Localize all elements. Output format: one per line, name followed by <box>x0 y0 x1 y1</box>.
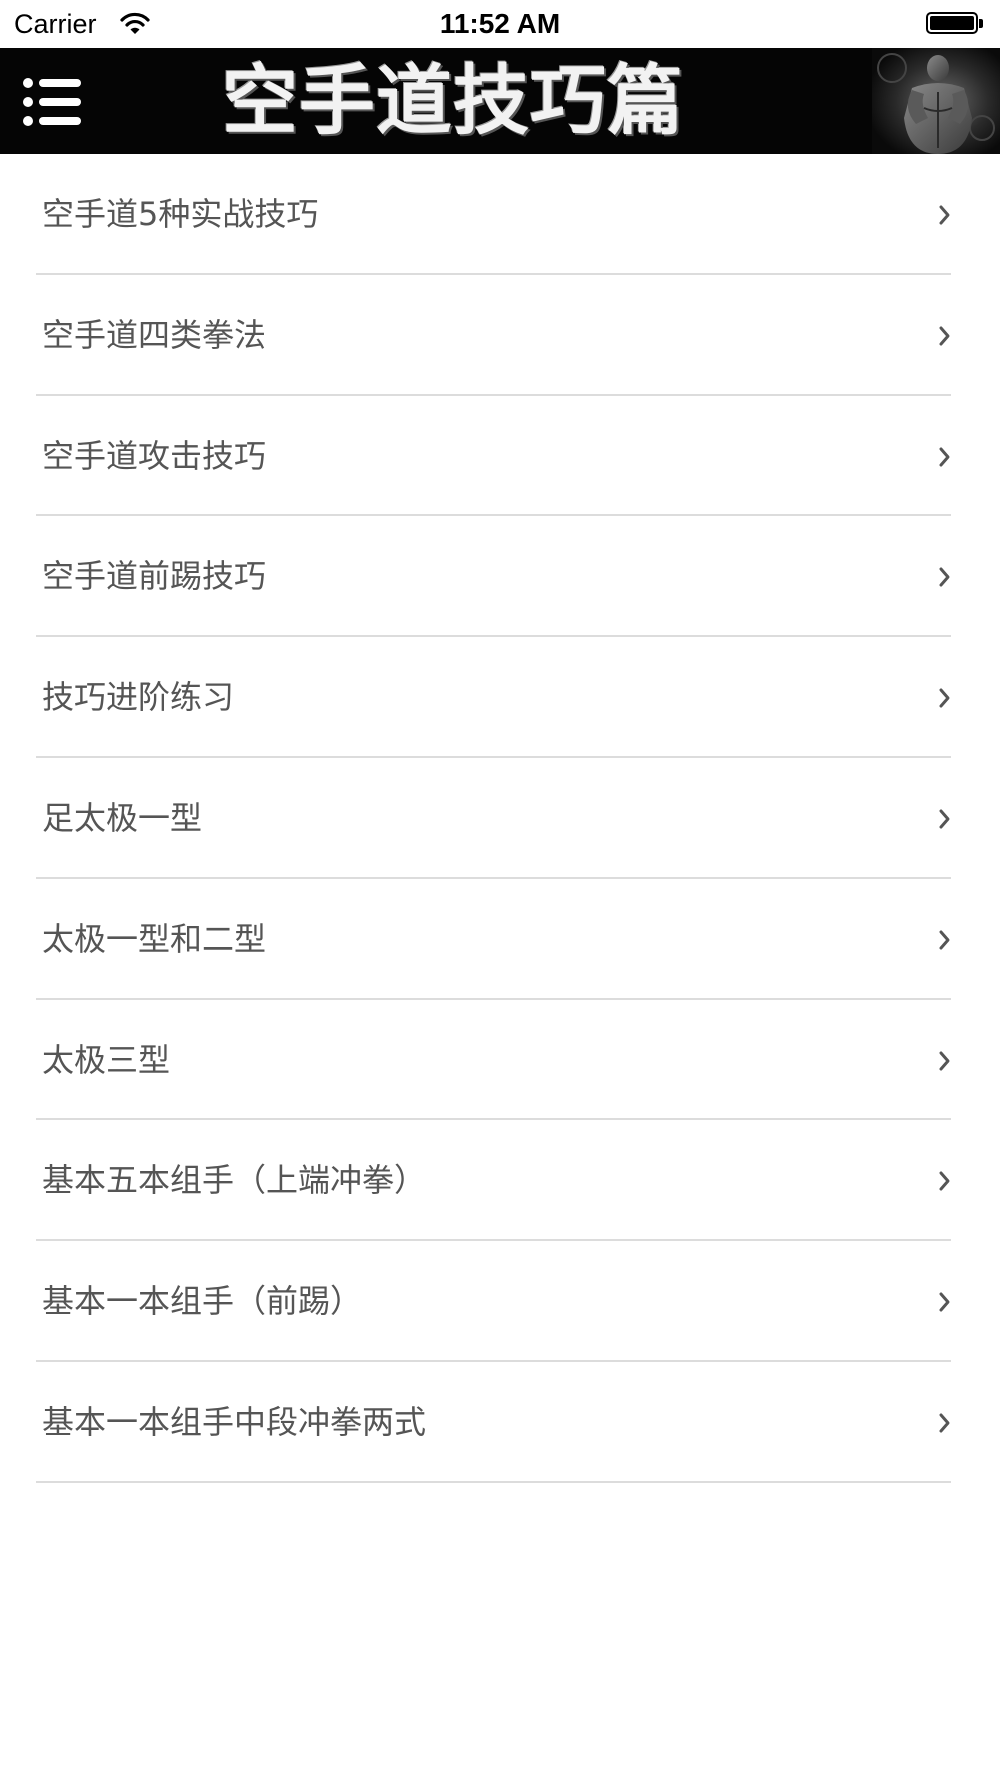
chevron-right-icon <box>939 447 950 467</box>
list-item[interactable]: 空手道5种实战技巧 <box>0 154 1000 275</box>
status-bar: Carrier 11:52 AM <box>0 0 1000 48</box>
chevron-right-icon <box>939 1171 950 1191</box>
clock: 11:52 AM <box>439 8 561 39</box>
list-item[interactable]: 基本一本组手中段冲拳两式 <box>0 1362 1000 1483</box>
chevron-right-icon <box>939 1413 950 1433</box>
list-item[interactable]: 基本一本组手（前踢） <box>0 1241 1000 1362</box>
list-item-label: 空手道四类拳法 <box>42 315 267 354</box>
battery-fill <box>930 16 974 30</box>
topic-list: 空手道5种实战技巧 空手道四类拳法 空手道攻击技巧 空手道前踢技巧 技巧进阶练习… <box>0 154 1000 1483</box>
list-item[interactable]: 足太极一型 <box>0 758 1000 879</box>
list-item-label: 技巧进阶练习 <box>42 678 235 717</box>
chevron-right-icon <box>939 326 950 346</box>
header-banner: 空手道技巧篇 <box>0 48 1000 154</box>
list-item[interactable]: 太极一型和二型 <box>0 879 1000 1000</box>
list-item-label: 足太极一型 <box>42 798 203 837</box>
list-item-label: 基本一本组手中段冲拳两式 <box>42 1402 427 1441</box>
list-item-label: 基本一本组手（前踢） <box>42 1282 363 1321</box>
list-item[interactable]: 基本五本组手（上端冲拳） <box>0 1120 1000 1242</box>
list-item-label: 太极三型 <box>42 1040 171 1079</box>
chevron-right-icon <box>939 1051 950 1071</box>
list-item-label: 基本五本组手（上端冲拳） <box>42 1161 427 1200</box>
list-item-label: 太极一型和二型 <box>42 919 267 958</box>
chevron-right-icon <box>939 930 950 950</box>
chevron-right-icon <box>939 205 950 225</box>
muscular-man-photo <box>872 48 1000 154</box>
hamburger-list-icon[interactable] <box>22 76 84 128</box>
list-item-label: 空手道前踢技巧 <box>42 557 267 596</box>
page-title: 空手道技巧篇 <box>222 56 684 145</box>
list-item[interactable]: 空手道前踢技巧 <box>0 516 1000 638</box>
chevron-right-icon <box>939 1292 950 1312</box>
list-item[interactable]: 空手道攻击技巧 <box>0 396 1000 517</box>
divider <box>36 1480 951 1483</box>
list-item[interactable]: 空手道四类拳法 <box>0 275 1000 396</box>
chevron-right-icon <box>939 567 950 587</box>
list-item[interactable]: 技巧进阶练习 <box>0 637 1000 758</box>
list-item-label: 空手道5种实战技巧 <box>42 195 319 233</box>
chevron-right-icon <box>939 809 950 829</box>
list-item-label: 空手道攻击技巧 <box>42 436 267 475</box>
list-item[interactable]: 太极三型 <box>0 1000 1000 1121</box>
chevron-right-icon <box>939 688 950 708</box>
battery-icon <box>926 12 984 36</box>
